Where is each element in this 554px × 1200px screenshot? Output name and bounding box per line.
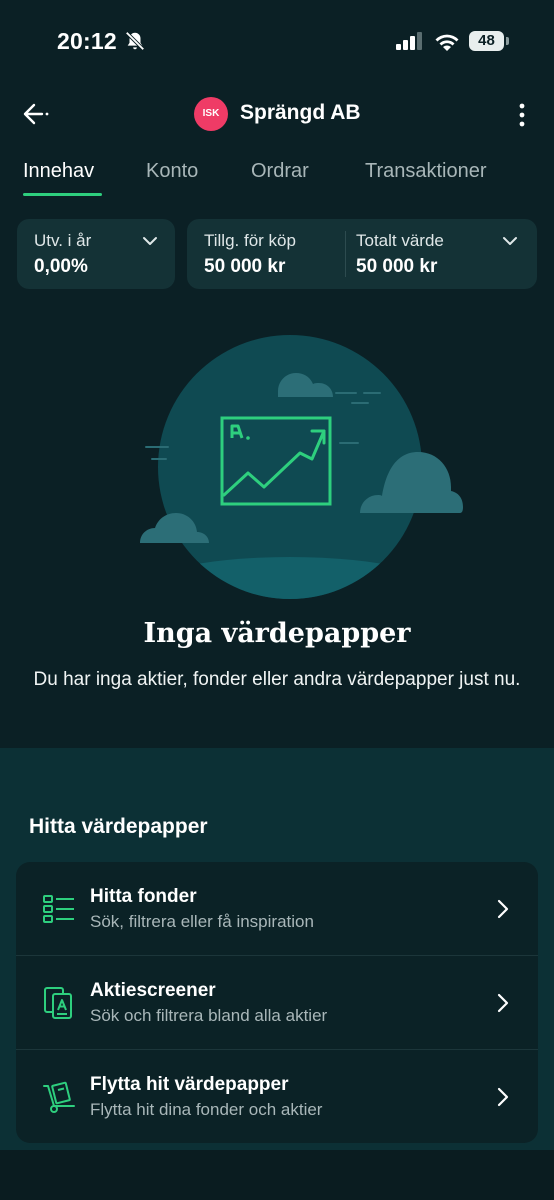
- bottom-bar-area: [0, 1150, 554, 1200]
- wifi-icon: [435, 34, 459, 51]
- tab-ordrar[interactable]: Ordrar: [251, 160, 309, 183]
- battery-indicator: 48: [469, 31, 509, 51]
- list-item-title: Flytta hit värdepapper: [90, 1074, 289, 1095]
- chevron-right-icon: [497, 1087, 509, 1107]
- list-item-find-funds[interactable]: Hitta fonder Sök, filtrera eller få insp…: [16, 862, 538, 956]
- stock-cards-icon: [44, 987, 72, 1019]
- battery-level: 48: [469, 31, 504, 51]
- account-title[interactable]: Sprängd AB: [240, 101, 361, 125]
- status-bar: 20:12 48: [0, 28, 554, 58]
- list-filter-icon: [43, 895, 74, 923]
- find-securities-list: Hitta fonder Sök, filtrera eller få insp…: [16, 862, 538, 1143]
- empty-portfolio-illustration: [140, 335, 463, 599]
- back-arrow-icon[interactable]: [22, 102, 50, 126]
- tab-konto[interactable]: Konto: [146, 160, 198, 183]
- list-item-title: Aktiescreener: [90, 980, 216, 1001]
- status-time: 20:12: [57, 28, 117, 54]
- find-securities-heading: Hitta värdepapper: [29, 815, 208, 838]
- available-label: Tillg. för köp: [204, 231, 296, 250]
- more-options-icon[interactable]: [512, 102, 532, 128]
- chevron-right-icon: [497, 993, 509, 1013]
- list-item-subtitle: Sök och filtrera bland alla aktier: [90, 1006, 328, 1025]
- list-item-subtitle: Flytta hit dina fonder och aktier: [90, 1100, 323, 1119]
- empty-state-title: Inga värdepapper: [143, 618, 411, 649]
- active-tab-indicator: [23, 193, 102, 196]
- empty-state-description: Du har inga aktier, fonder eller andra v…: [33, 669, 521, 690]
- hand-truck-icon: [43, 1081, 75, 1113]
- total-value: 50 000 kr: [356, 256, 438, 277]
- development-label: Utv. i år: [34, 231, 92, 250]
- chevron-down-icon[interactable]: [502, 236, 518, 246]
- list-item-move-securities[interactable]: Flytta hit värdepapper Flytta hit dina f…: [16, 1050, 538, 1144]
- card-divider: [345, 231, 346, 277]
- development-value: 0,00%: [34, 256, 88, 277]
- list-item-stock-screener[interactable]: Aktiescreener Sök och filtrera bland all…: [16, 956, 538, 1050]
- list-item-subtitle: Sök, filtrera eller få inspiration: [90, 912, 314, 931]
- total-label: Totalt värde: [356, 231, 444, 250]
- available-value: 50 000 kr: [204, 256, 286, 277]
- account-type-badge: ISK: [194, 97, 228, 131]
- tab-transaktioner[interactable]: Transaktioner: [365, 160, 487, 183]
- balance-card[interactable]: Tillg. för köp 50 000 kr Totalt värde 50…: [187, 219, 537, 289]
- bell-muted-icon: [125, 31, 145, 51]
- cellular-signal-icon: [396, 32, 422, 50]
- development-card[interactable]: Utv. i år 0,00%: [17, 219, 175, 289]
- list-item-title: Hitta fonder: [90, 886, 197, 907]
- tab-innehav[interactable]: Innehav: [23, 160, 94, 183]
- chevron-down-icon[interactable]: [142, 236, 158, 246]
- chevron-right-icon: [497, 899, 509, 919]
